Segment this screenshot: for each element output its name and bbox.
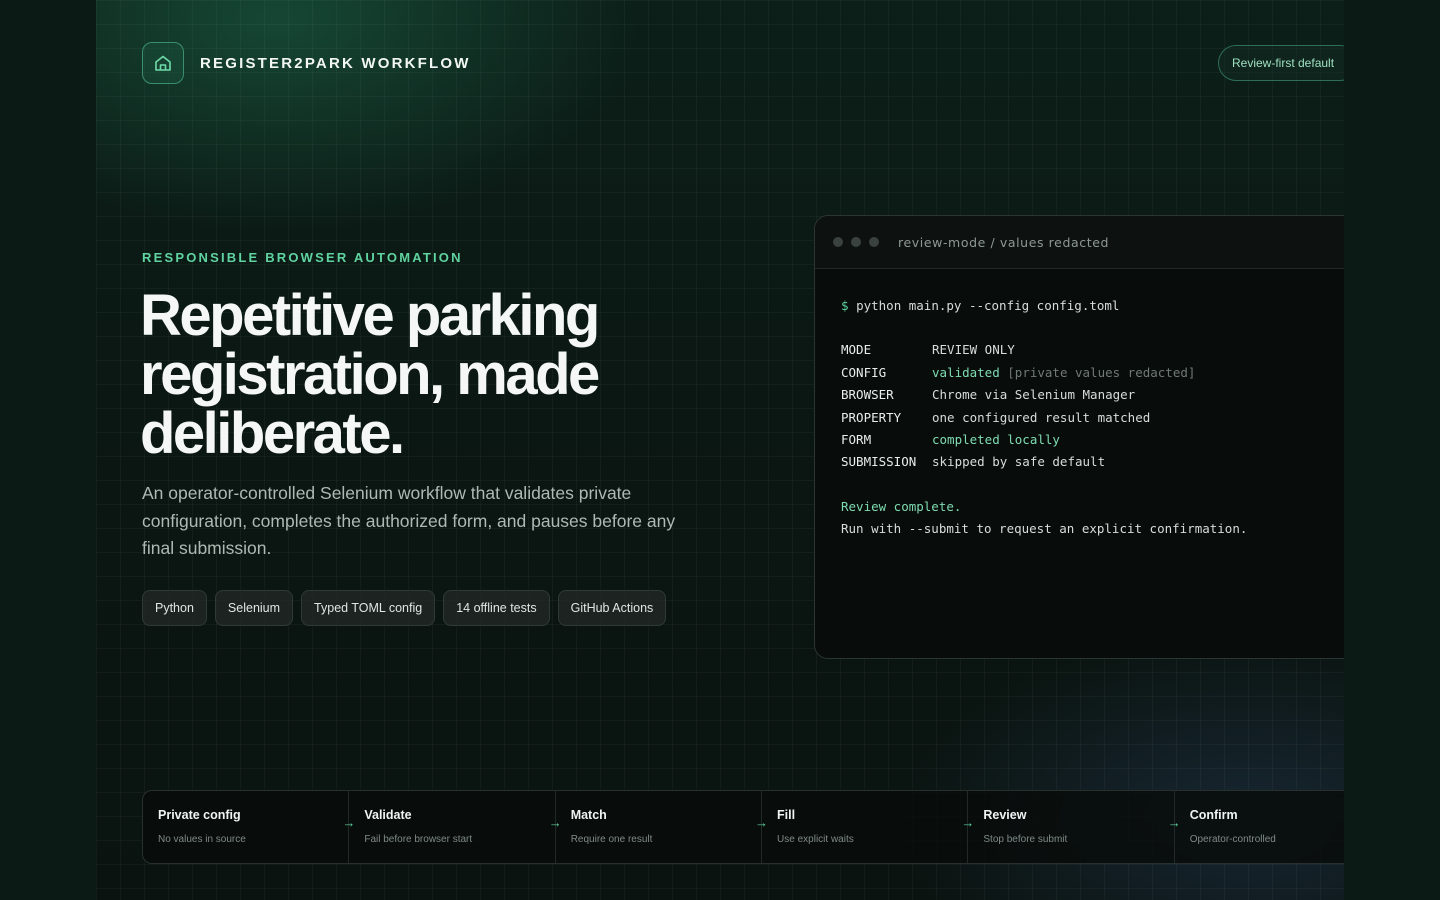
arrow-right-icon: → [961, 815, 975, 830]
output-key: SUBMISSION [841, 454, 917, 470]
arrow-right-icon: → [342, 815, 356, 830]
terminal-hint: Run with --submit to request an explicit… [841, 521, 1248, 537]
output-key: MODE [841, 342, 872, 358]
terminal-command-line: $ python main.py --config config.toml [841, 295, 1347, 317]
output-row-form: FORM completed locally [841, 429, 1347, 451]
tag-github-actions: GitHub Actions [557, 590, 667, 626]
output-value: completed locally [932, 432, 1060, 448]
terminal-summary: Review complete. [841, 498, 962, 514]
step-private-config: Private config No values in source [143, 791, 350, 863]
output-key: PROPERTY [841, 409, 902, 425]
step-description: Require one result [570, 834, 653, 845]
step-title: Validate [364, 808, 412, 822]
review-first-badge: Review-first default [1218, 45, 1358, 81]
output-row-mode: MODE REVIEW ONLY [841, 339, 1347, 361]
brand-name: REGISTER2PARK WORKFLOW [200, 54, 471, 72]
step-title: Confirm [1189, 808, 1238, 822]
output-value: validated [932, 364, 1000, 380]
step-fill: → Fill Use explicit waits [755, 791, 969, 863]
arrow-right-icon: → [755, 815, 769, 830]
step-title: Fill [777, 808, 796, 822]
output-key: CONFIG [841, 364, 887, 380]
step-description: Stop before submit [983, 834, 1068, 845]
terminal-title: review-mode / values redacted [898, 234, 1110, 250]
output-row-property: PROPERTY one configured result matched [841, 407, 1347, 429]
page-title: Repetitive parking registration, made de… [140, 283, 600, 466]
tag-offline-tests: 14 offline tests [443, 590, 550, 626]
step-review: → Review Stop before submit [961, 791, 1175, 863]
output-note: [private values redacted] [1007, 364, 1196, 380]
step-description: No values in source [158, 834, 246, 845]
arrow-right-icon: → [1167, 815, 1181, 830]
window-dot-icon [833, 237, 843, 247]
tag-toml-config: Typed TOML config [301, 590, 436, 626]
tech-tags: Python Selenium Typed TOML config 14 off… [142, 590, 667, 626]
step-match: → Match Require one result [549, 791, 763, 863]
workflow-steps: Private config No values in source → Val… [142, 790, 1382, 864]
terminal-window: review-mode / values redacted $ python m… [814, 215, 1374, 659]
step-validate: → Validate Fail before browser start [342, 791, 556, 863]
output-value: Chrome via Selenium Manager [932, 387, 1136, 403]
step-title: Private config [158, 808, 241, 822]
terminal-command: python main.py --config config.toml [856, 298, 1120, 313]
arrow-right-icon: → [548, 815, 562, 830]
output-row-browser: BROWSER Chrome via Selenium Manager [841, 384, 1347, 406]
brand[interactable]: REGISTER2PARK WORKFLOW [142, 42, 471, 84]
output-value: skipped by safe default [932, 454, 1106, 470]
step-description: Use explicit waits [777, 834, 854, 845]
page-margin-right-overlay [1344, 0, 1440, 900]
step-description: Operator-controlled [1189, 834, 1276, 845]
tag-selenium: Selenium [214, 590, 294, 626]
tag-python: Python [142, 590, 207, 626]
output-value: one configured result matched [932, 409, 1151, 425]
output-row-submission: SUBMISSION skipped by safe default [841, 451, 1347, 473]
output-key: FORM [841, 432, 872, 448]
terminal-title-bar: review-mode / values redacted [815, 216, 1373, 269]
home-icon [142, 42, 184, 84]
output-key: BROWSER [841, 387, 894, 403]
eyebrow: RESPONSIBLE BROWSER AUTOMATION [142, 250, 463, 265]
output-value: REVIEW ONLY [932, 342, 1015, 358]
page-margin-left [0, 0, 96, 900]
window-dot-icon [851, 237, 861, 247]
output-row-config: CONFIG validated [private values redacte… [841, 362, 1347, 384]
window-dot-icon [869, 237, 879, 247]
prompt-symbol: $ [841, 298, 849, 313]
terminal-output: $ python main.py --config config.toml MO… [815, 269, 1373, 567]
step-description: Fail before browser start [364, 834, 473, 845]
step-title: Match [570, 808, 607, 822]
step-title: Review [983, 808, 1027, 822]
hero-description: An operator-controlled Selenium workflow… [142, 483, 676, 558]
